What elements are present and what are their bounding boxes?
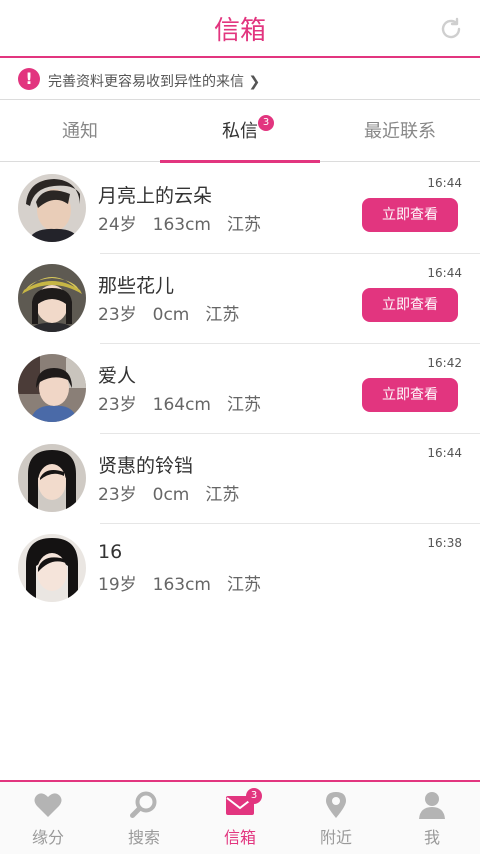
message-row[interactable]: 爱人 23岁 164cm 江苏 16:42 立即查看 — [0, 344, 480, 434]
avatar[interactable] — [18, 264, 86, 332]
message-time: 16:42 — [427, 356, 462, 370]
sender-name: 月亮上的云朵 — [98, 185, 213, 207]
person-icon — [419, 792, 445, 819]
refresh-icon[interactable] — [438, 16, 464, 42]
avatar[interactable] — [18, 534, 86, 602]
search-icon — [130, 791, 157, 818]
location-pin-icon — [326, 792, 346, 818]
nav-nearby[interactable]: 附近 — [288, 790, 384, 852]
view-now-button[interactable]: 立即查看 — [362, 378, 458, 412]
mailbox-badge: 3 — [246, 788, 262, 804]
tab-private-messages[interactable]: 私信 3 — [160, 102, 320, 163]
nav-me[interactable]: 我 — [384, 790, 480, 852]
sender-info: 23岁 0cm 江苏 — [98, 305, 240, 325]
sender-name: 贤惠的铃铛 — [98, 455, 194, 477]
sender-name: 那些花儿 — [98, 275, 175, 297]
message-row[interactable]: 月亮上的云朵 24岁 163cm 江苏 16:44 立即查看 — [0, 164, 480, 254]
bottom-navigation: 缘分 搜索 3 信箱 附近 我 — [0, 780, 480, 854]
message-time: 16:44 — [427, 176, 462, 190]
title-bar: 信箱 — [0, 0, 480, 58]
banner-text: 完善资料更容易收到异性的来信 ❯ — [48, 74, 261, 90]
message-row[interactable]: 贤惠的铃铛 23岁 0cm 江苏 16:44 — [0, 434, 480, 524]
exclamation-icon: ! — [18, 68, 40, 90]
sender-info: 23岁 164cm 江苏 — [98, 395, 261, 415]
complete-profile-banner[interactable]: ! 完善资料更容易收到异性的来信 ❯ — [0, 60, 480, 100]
message-time: 16:44 — [427, 266, 462, 280]
sender-info: 23岁 0cm 江苏 — [98, 485, 240, 505]
heart-icon — [34, 793, 62, 817]
sender-name: 爱人 — [98, 365, 137, 387]
view-now-button[interactable]: 立即查看 — [362, 198, 458, 232]
unread-badge: 3 — [258, 115, 274, 131]
message-time: 16:38 — [427, 536, 462, 550]
page-title: 信箱 — [213, 16, 266, 46]
message-tabs: 通知 私信 3 最近联系 — [0, 102, 480, 163]
message-row[interactable]: 16 19岁 163cm 江苏 16:38 — [0, 524, 480, 614]
sender-info: 19岁 163cm 江苏 — [98, 575, 261, 595]
tab-recent-contacts[interactable]: 最近联系 — [320, 102, 480, 162]
message-row[interactable]: 那些花儿 23岁 0cm 江苏 16:44 立即查看 — [0, 254, 480, 344]
avatar[interactable] — [18, 444, 86, 512]
avatar[interactable] — [18, 354, 86, 422]
sender-name: 16 — [98, 541, 123, 563]
nav-search[interactable]: 搜索 — [96, 790, 192, 852]
nav-mailbox[interactable]: 3 信箱 — [192, 788, 288, 852]
tab-notifications[interactable]: 通知 — [0, 102, 160, 162]
view-now-button[interactable]: 立即查看 — [362, 288, 458, 322]
nav-fate[interactable]: 缘分 — [0, 790, 96, 852]
message-time: 16:44 — [427, 446, 462, 460]
avatar[interactable] — [18, 174, 86, 242]
message-list: 月亮上的云朵 24岁 163cm 江苏 16:44 立即查看 那些花儿 23岁 0cm… — [0, 164, 480, 614]
sender-info: 24岁 163cm 江苏 — [98, 215, 261, 235]
